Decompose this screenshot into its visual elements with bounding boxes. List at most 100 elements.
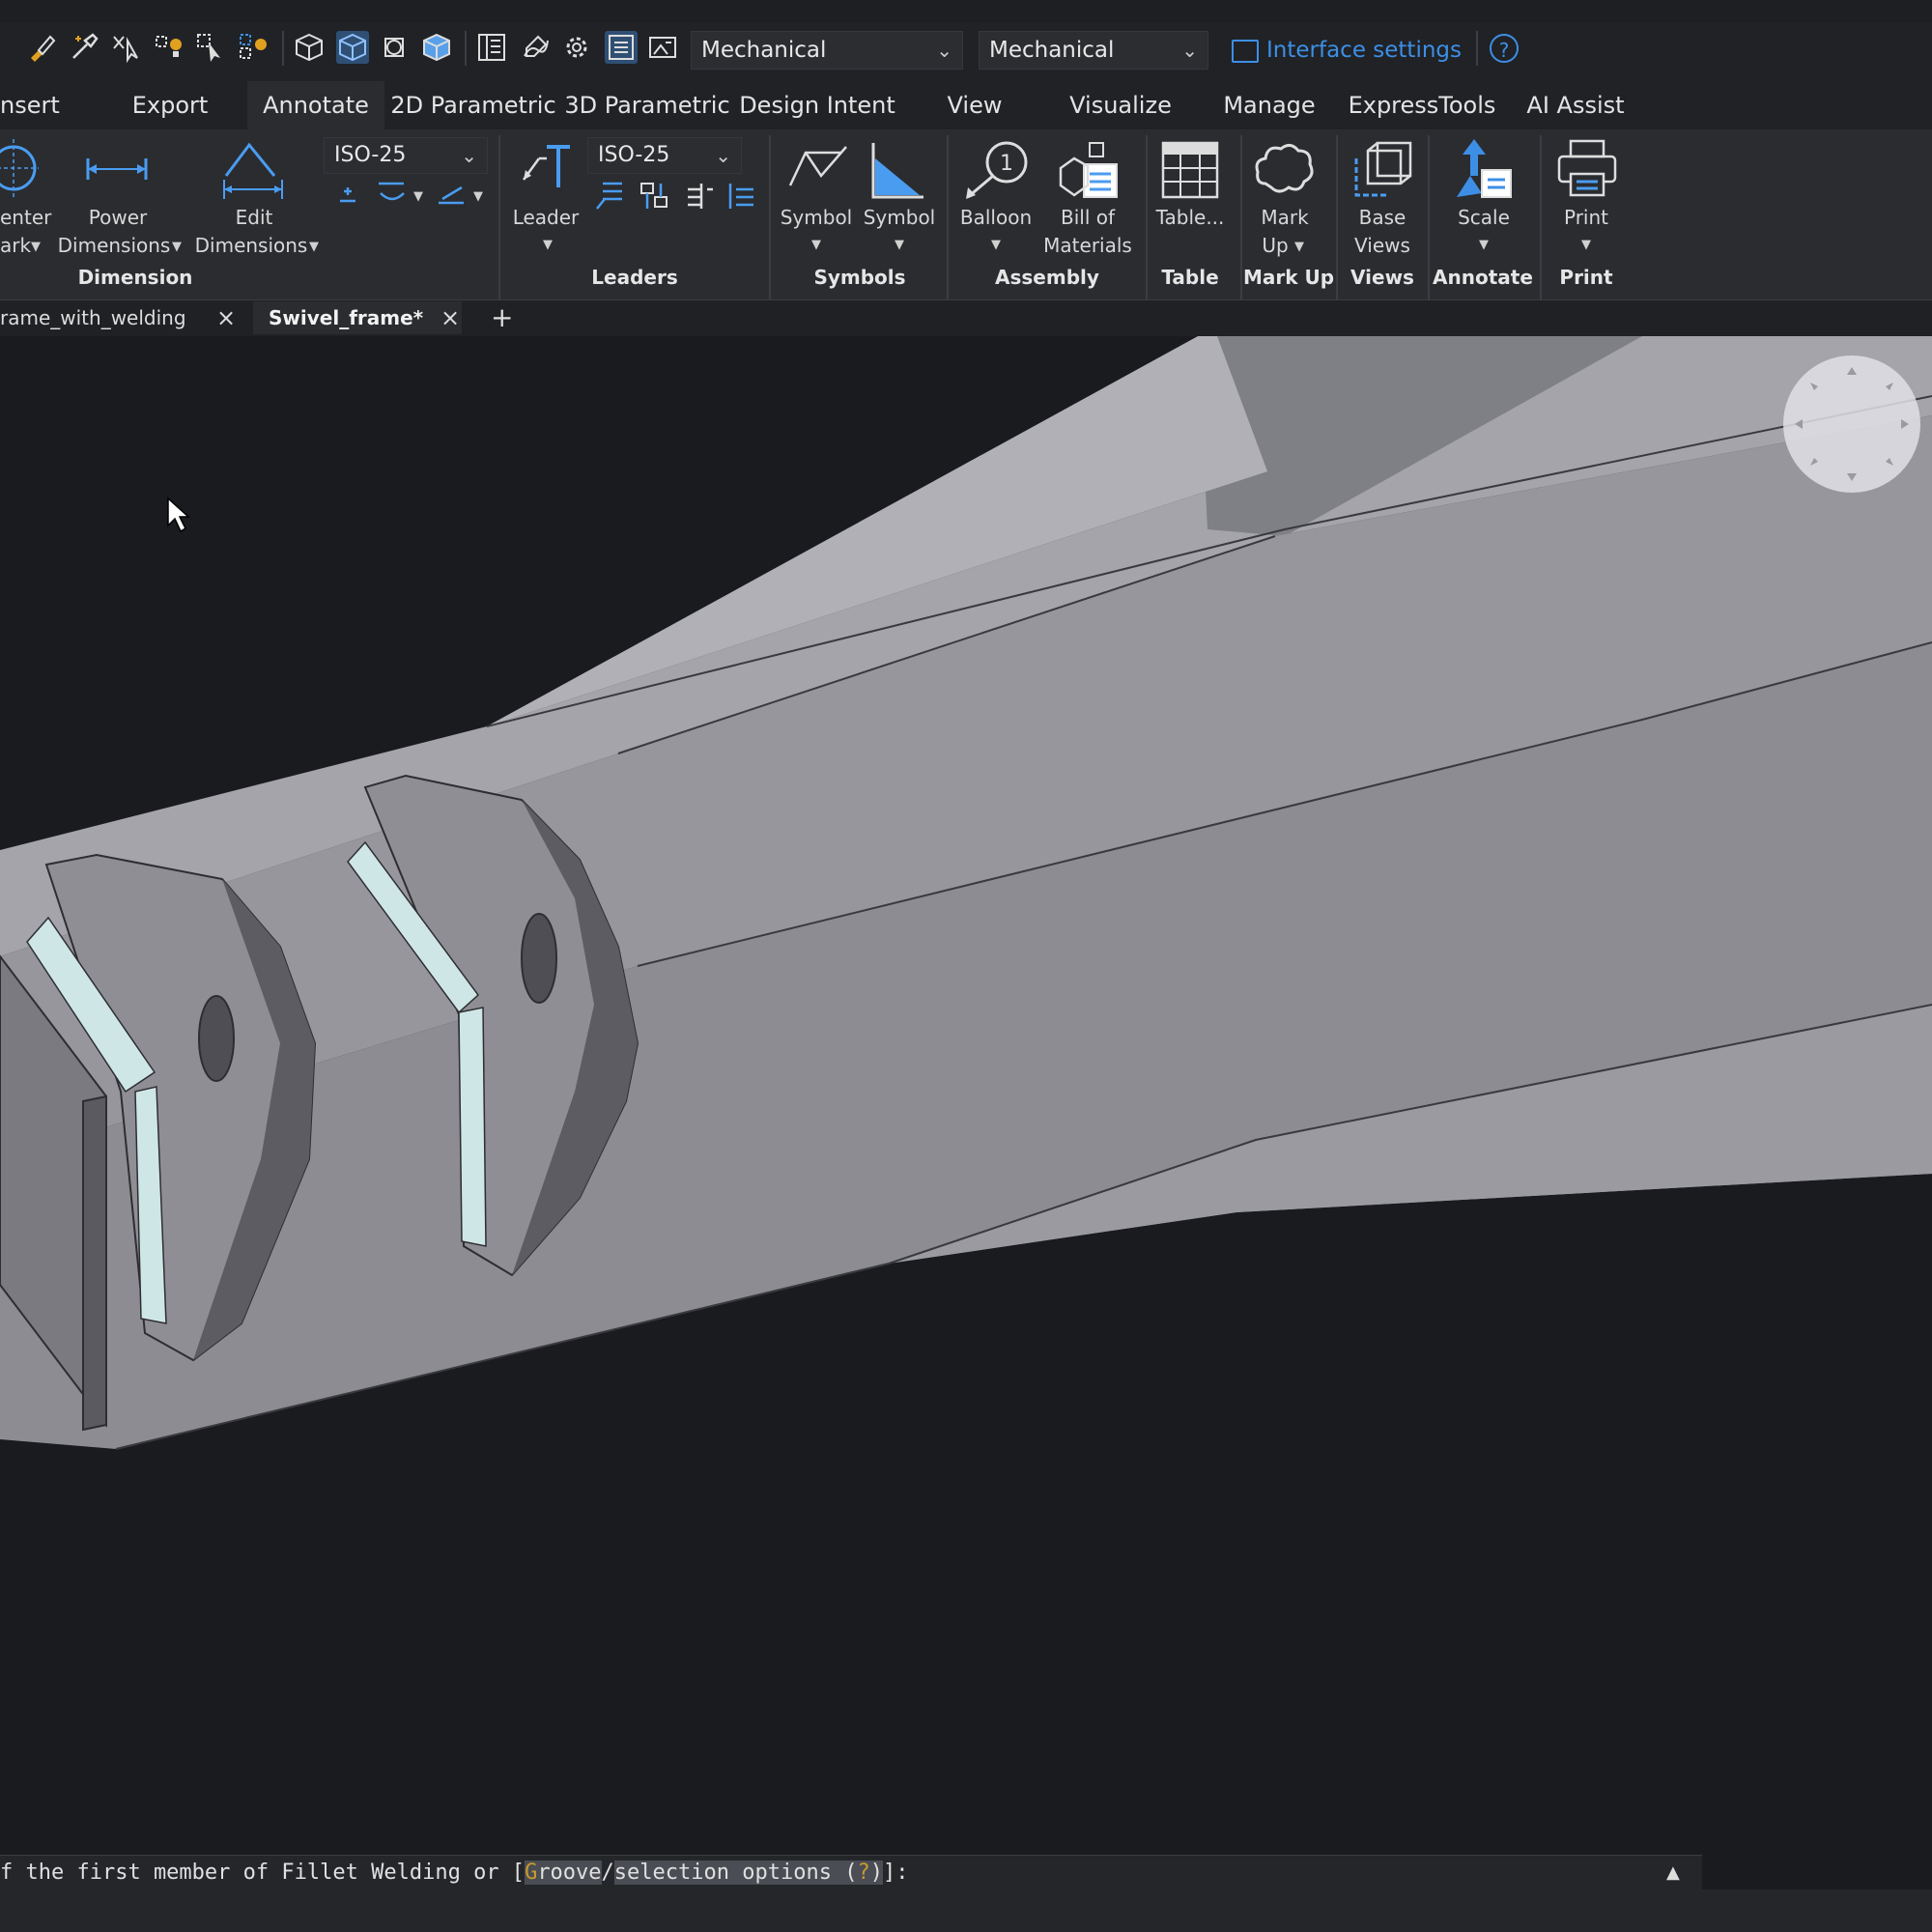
base-views-icon[interactable]: [1350, 137, 1416, 201]
caret-down-icon[interactable]: ▼: [811, 238, 821, 252]
group-assembly: Assembly: [995, 266, 1099, 289]
interface-settings-button[interactable]: Interface settings: [1232, 31, 1462, 70]
caret-down-icon[interactable]: ▼: [1479, 238, 1489, 252]
close-icon[interactable]: ×: [216, 301, 236, 334]
caret-down-icon[interactable]: ▼: [31, 240, 41, 254]
group-separator: [1146, 135, 1148, 299]
properties-panel-icon[interactable]: [475, 31, 508, 64]
close-icon[interactable]: ×: [440, 301, 460, 334]
markup-label: Mark: [1261, 206, 1309, 229]
leader-add-icon[interactable]: [593, 180, 626, 213]
select-filter-icon[interactable]: [110, 31, 143, 64]
eyedropper-icon[interactable]: [68, 31, 100, 64]
tab-annotate[interactable]: Annotate: [247, 81, 384, 129]
command-line[interactable]: f the first member of Fillet Welding or …: [0, 1855, 1702, 1890]
layer-panel-icon[interactable]: [605, 31, 638, 64]
caret-down-icon[interactable]: ▼: [895, 238, 904, 252]
group-print: Print: [1559, 266, 1613, 289]
caret-down-icon[interactable]: ▼: [172, 240, 182, 254]
workspace-dropdown[interactable]: Mechanical ⌄: [691, 31, 963, 70]
dim-arc-icon[interactable]: [375, 180, 410, 209]
visual-style-icon[interactable]: [378, 31, 411, 64]
draw-pen-icon[interactable]: [519, 31, 552, 64]
cube-shaded-icon[interactable]: [336, 31, 369, 64]
toolbar-separator: [282, 31, 284, 66]
caret-down-icon[interactable]: ▼: [413, 189, 423, 204]
end-plate-edge: [82, 1094, 107, 1432]
tab-expresstools[interactable]: ExpressTools: [1343, 81, 1501, 129]
dimension-style-dropdown[interactable]: ISO-25 ⌄: [324, 137, 488, 174]
power-dimensions-label-2: Dimensions: [57, 234, 171, 257]
command-line-right-panel: [1702, 1855, 1932, 1889]
group-dimension: Dimension: [77, 266, 193, 289]
leader-label: Leader: [512, 206, 580, 229]
balloon-number: 1: [1000, 152, 1013, 176]
gear-icon[interactable]: [560, 31, 593, 64]
style-dropdown[interactable]: Mechanical ⌄: [979, 31, 1208, 70]
option-selection-options[interactable]: selection options (?): [613, 1861, 883, 1885]
group-separator: [769, 135, 771, 299]
caret-down-icon[interactable]: ▼: [309, 240, 319, 254]
caret-down-icon[interactable]: ▼: [543, 238, 553, 252]
surface-symbol-icon[interactable]: [786, 143, 848, 191]
image-panel-icon[interactable]: [646, 31, 679, 64]
select-similar-icon[interactable]: [195, 31, 228, 64]
3d-viewport[interactable]: [0, 336, 1932, 1855]
brush-icon[interactable]: [25, 31, 58, 64]
bulb-multi-icon[interactable]: [238, 31, 270, 64]
tab-view[interactable]: View: [927, 81, 1022, 129]
chevron-down-icon: ⌄: [936, 39, 952, 62]
dim-oblique-icon[interactable]: [435, 180, 469, 209]
leader-remove-icon[interactable]: [724, 180, 757, 213]
group-markup: Mark Up: [1242, 266, 1335, 289]
cube-render-icon[interactable]: [420, 31, 453, 64]
new-tab-button[interactable]: +: [491, 301, 513, 334]
caret-down-icon[interactable]: ▼: [473, 189, 483, 204]
table-icon[interactable]: [1159, 139, 1221, 201]
help-button[interactable]: ?: [1490, 34, 1519, 63]
caret-up-icon[interactable]: ▲: [1666, 1862, 1680, 1883]
bom-label-2: Materials: [1043, 234, 1132, 257]
tab-visualize[interactable]: Visualize: [1061, 81, 1180, 129]
tab-3d-parametric[interactable]: 3D Parametric: [564, 81, 730, 129]
leader-align-icon[interactable]: [638, 180, 670, 213]
annotation-scale-icon[interactable]: [1453, 137, 1515, 201]
option-groove[interactable]: Groove: [525, 1861, 602, 1885]
bill-of-materials-icon[interactable]: [1055, 139, 1121, 201]
caret-down-icon[interactable]: ▼: [991, 238, 1001, 252]
leader-collect-icon[interactable]: [682, 180, 715, 213]
cube-wireframe-icon[interactable]: [293, 31, 326, 64]
leader-icon[interactable]: [518, 141, 572, 191]
bulb-select-icon[interactable]: [153, 31, 185, 64]
leader-style-dropdown[interactable]: ISO-25 ⌄: [587, 137, 742, 174]
tab-export[interactable]: Export: [120, 81, 220, 129]
tab-ai-assist[interactable]: AI Assist: [1520, 81, 1631, 129]
interface-settings-label: Interface settings: [1266, 38, 1463, 63]
caret-down-icon[interactable]: ▼: [1581, 238, 1591, 252]
tab-insert[interactable]: nsert: [0, 81, 68, 129]
doc-tab-swivel-frame[interactable]: Swivel_frame*: [253, 301, 462, 334]
weld-symbol-icon[interactable]: [867, 139, 927, 201]
tab-design-intent[interactable]: Design Intent: [738, 81, 896, 129]
edit-dimensions-icon[interactable]: [220, 141, 286, 201]
option-divider: /: [601, 1861, 614, 1885]
command-prompt-end: ]:: [882, 1861, 909, 1885]
weld-bead-right-2: [458, 1007, 487, 1247]
lug-left-hole: [198, 995, 235, 1082]
edit-dimensions-label-2: Dimensions: [194, 234, 308, 257]
dim-add-icon[interactable]: [336, 182, 359, 209]
tab-manage[interactable]: Manage: [1213, 81, 1325, 129]
interface-settings-icon: [1232, 39, 1259, 63]
balloon-icon[interactable]: 1: [962, 139, 1030, 201]
tab-2d-parametric[interactable]: 2D Parametric: [390, 81, 556, 129]
center-mark-icon[interactable]: [0, 139, 39, 197]
chevron-down-icon: ⌄: [715, 144, 731, 167]
doc-tab-frame-with-welding[interactable]: rame_with_welding: [0, 301, 213, 334]
markup-cloud-icon[interactable]: [1252, 139, 1318, 197]
quick-access-toolbar: [0, 23, 1932, 81]
power-dimensions-icon[interactable]: [85, 155, 149, 184]
leader-style-value: ISO-25: [598, 143, 670, 167]
caret-down-icon[interactable]: ▼: [1294, 240, 1304, 254]
print-icon[interactable]: [1555, 137, 1619, 199]
navigation-compass[interactable]: [1783, 355, 1920, 493]
